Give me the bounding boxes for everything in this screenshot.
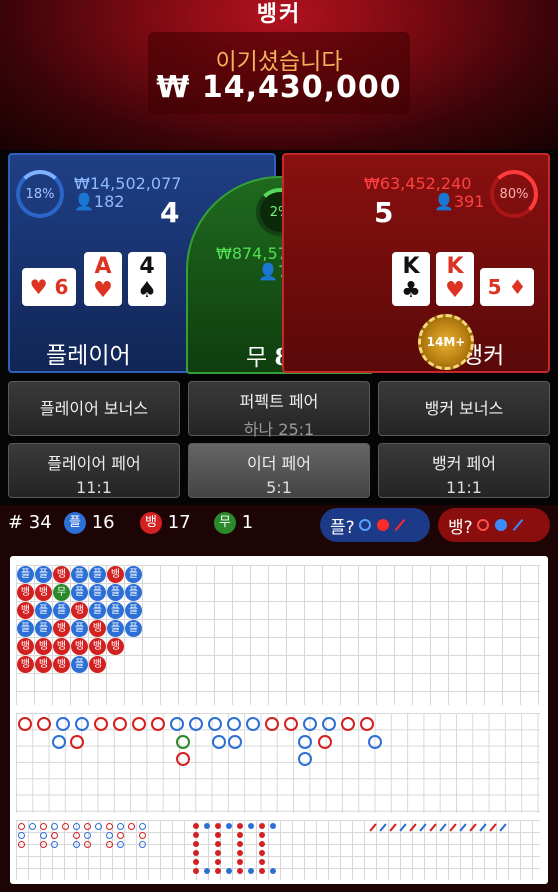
perfect-pair-button[interactable]: 퍼펙트 페어하나 25:1	[188, 381, 370, 439]
card-rank: 5	[487, 275, 502, 299]
card-suit: ♥	[93, 278, 113, 303]
person-icon: 👤	[434, 192, 454, 211]
derived-roads	[16, 820, 540, 880]
banker-percent-ring: 80%	[490, 170, 538, 218]
player-pair-label: 플레이어 페어	[47, 454, 141, 473]
cockroach-icon	[394, 518, 405, 532]
tie-dot-icon: 무	[214, 512, 236, 534]
big-eye-icon	[476, 519, 489, 531]
player-bonus-label: 플레이어 보너스	[39, 399, 149, 418]
banker-total-amount: ₩63,452,240	[364, 174, 472, 193]
bead-road	[16, 565, 540, 705]
player-predict-label: 플?	[330, 517, 355, 538]
card-rank: 6	[54, 275, 69, 299]
chip-icon: 14M+	[418, 314, 474, 370]
player-score: 4	[160, 196, 180, 229]
player-bettors: 👤182	[74, 192, 124, 211]
tie-wins-count: 1	[241, 512, 254, 533]
person-icon: 👤	[74, 192, 94, 211]
player-bonus-button[interactable]: 플레이어 보너스	[8, 381, 180, 436]
card-rank: K	[402, 254, 420, 279]
banker-wins-stat: 뱅 17	[140, 512, 191, 534]
banker-score: 5	[374, 196, 394, 229]
either-pair-payout: 5:1	[266, 478, 292, 497]
card-suit: ♠	[137, 278, 157, 303]
banker-card-1: K ♣	[392, 252, 430, 306]
player-card-2: 4 ♠	[128, 252, 166, 306]
banker-predict-label: 뱅?	[448, 517, 473, 538]
player-card-1: A ♥	[84, 252, 122, 306]
big-road	[16, 713, 540, 813]
player-card-3: ♥ 6	[22, 268, 76, 306]
perfect-pair-label: 퍼펙트 페어	[239, 392, 319, 411]
banker-bonus-button[interactable]: 뱅커 보너스	[378, 381, 550, 436]
banker-pair-payout: 11:1	[446, 478, 482, 497]
player-bettor-count: 182	[93, 192, 125, 211]
player-total-amount: ₩14,502,077	[74, 174, 182, 193]
win-amount: ₩ 14,430,000	[156, 70, 402, 105]
card-rank: A	[94, 254, 112, 279]
banker-bettors: 👤391	[434, 192, 484, 211]
card-rank: 4	[139, 254, 155, 279]
either-pair-button[interactable]: 이더 페어 5:1	[188, 443, 370, 498]
banker-pair-button[interactable]: 뱅커 페어 11:1	[378, 443, 550, 498]
small-road-icon	[376, 519, 389, 531]
player-wins-stat: 플 16	[64, 512, 115, 534]
small-road-icon	[494, 519, 507, 531]
either-pair-label: 이더 페어	[247, 454, 311, 473]
banker-card-3: 5 ♦	[480, 268, 534, 306]
winner-label: 뱅커	[256, 2, 302, 27]
banker-pair-label: 뱅커 페어	[432, 454, 496, 473]
card-suit: ♥	[29, 275, 48, 299]
banker-wins-count: 17	[167, 512, 191, 533]
banker-card-2: K ♥	[436, 252, 474, 306]
player-predict-button[interactable]: 플?	[320, 508, 430, 542]
banker-predict-button[interactable]: 뱅?	[438, 508, 550, 542]
cockroach-icon	[512, 518, 523, 532]
banker-bonus-label: 뱅커 보너스	[424, 399, 504, 418]
card-suit: ♥	[445, 278, 465, 303]
card-rank: K	[446, 254, 464, 279]
card-suit: ♣	[401, 278, 421, 303]
player-percent-ring: 18%	[16, 170, 64, 218]
big-eye-icon	[358, 519, 371, 531]
player-pair-button[interactable]: 플레이어 페어 11:1	[8, 443, 180, 498]
perfect-pair-payout: 하나 25:1	[243, 420, 315, 439]
tie-name: 무	[246, 345, 268, 371]
player-pair-payout: 11:1	[76, 478, 112, 497]
round-number: # 34	[8, 512, 52, 533]
banker-dot-icon: 뱅	[140, 512, 162, 534]
player-label: 플레이어	[46, 343, 131, 369]
card-suit: ♦	[508, 275, 527, 299]
player-wins-count: 16	[91, 512, 115, 533]
banker-bettor-count: 391	[453, 192, 485, 211]
person-icon: 👤	[258, 262, 278, 281]
player-dot-icon: 플	[64, 512, 86, 534]
tie-wins-stat: 무 1	[214, 512, 253, 534]
